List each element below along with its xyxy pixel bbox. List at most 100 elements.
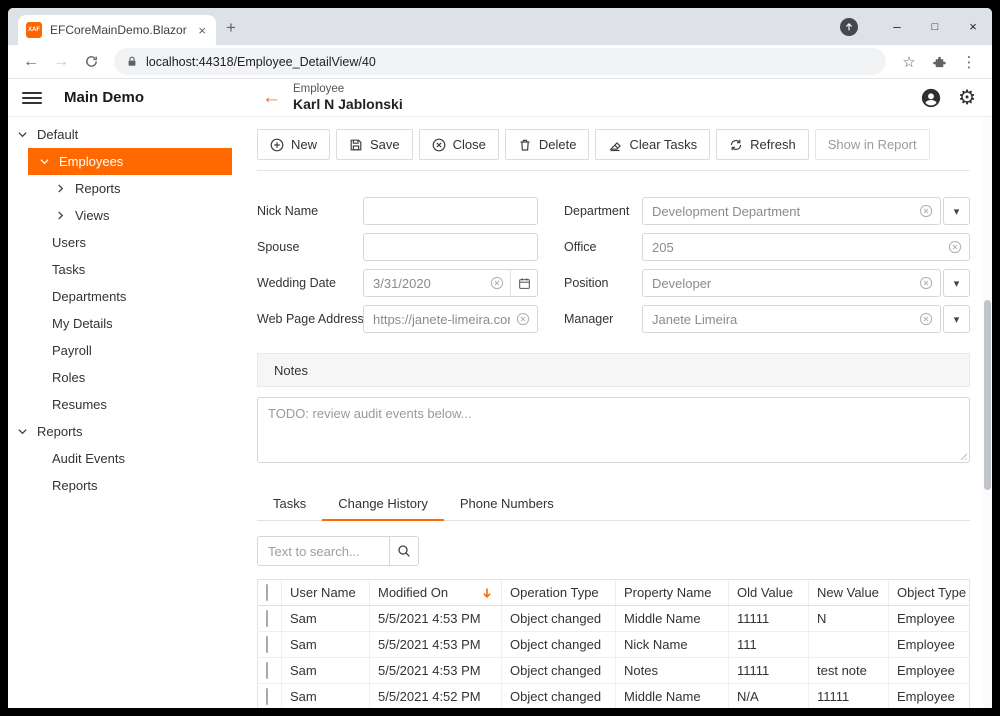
- tab-tasks[interactable]: Tasks: [257, 487, 322, 521]
- calendar-button[interactable]: [510, 270, 537, 296]
- nav-label: Departments: [52, 289, 126, 304]
- chevron-down-icon: [40, 157, 49, 166]
- settings-gear-icon[interactable]: ⚙: [958, 88, 976, 108]
- col-user-name[interactable]: User Name: [282, 580, 370, 606]
- browser-window: XAF EFCoreMainDemo.Blazor × + – □ × ← → …: [8, 8, 992, 708]
- xaf-favicon-icon: XAF: [26, 22, 42, 38]
- grid-header-row: User Name Modified On Operation Type Pro…: [258, 580, 970, 606]
- grid-row[interactable]: Sam 5/5/2021 4:53 PM Object changed Nick…: [258, 632, 970, 658]
- nav-item-payroll[interactable]: Payroll: [8, 337, 245, 364]
- tab-close-icon[interactable]: ×: [196, 23, 208, 38]
- nav-label: Reports: [37, 424, 83, 439]
- notes-textarea[interactable]: TODO: review audit events below...: [258, 398, 969, 462]
- close-button[interactable]: Close: [419, 129, 499, 160]
- nav-item-employees-views[interactable]: Views: [8, 202, 245, 229]
- col-operation-type[interactable]: Operation Type: [502, 580, 616, 606]
- detail-view: New Save Close Delete Clear Tasks: [245, 117, 992, 708]
- row-checkbox[interactable]: [266, 610, 268, 627]
- search-button[interactable]: [389, 536, 419, 566]
- save-button[interactable]: Save: [336, 129, 413, 160]
- select-all-header[interactable]: [258, 580, 282, 606]
- row-checkbox[interactable]: [266, 662, 268, 679]
- clear-icon[interactable]: [919, 276, 933, 290]
- bookmark-star-icon[interactable]: ☆: [896, 49, 922, 75]
- nav-group-default[interactable]: Default: [8, 121, 245, 148]
- select-all-checkbox[interactable]: [266, 584, 268, 601]
- position-input[interactable]: [652, 276, 913, 291]
- browser-forward-icon[interactable]: →: [48, 49, 74, 75]
- col-modified-on[interactable]: Modified On: [370, 580, 502, 606]
- nav-item-tasks[interactable]: Tasks: [8, 256, 245, 283]
- nav-item-resumes[interactable]: Resumes: [8, 391, 245, 418]
- clear-icon[interactable]: [948, 240, 962, 254]
- nav-item-audit-events[interactable]: Audit Events: [8, 445, 245, 472]
- show-in-report-button[interactable]: Show in Report: [815, 129, 930, 160]
- web-page-label: Web Page Address: [257, 305, 363, 333]
- browser-update-icon[interactable]: [840, 18, 858, 36]
- nav-item-reports[interactable]: Reports: [8, 472, 245, 499]
- department-input[interactable]: [652, 204, 913, 219]
- grid-row[interactable]: Sam 5/5/2021 4:53 PM Object changed Note…: [258, 658, 970, 684]
- clear-icon[interactable]: [490, 276, 504, 290]
- clear-tasks-button[interactable]: Clear Tasks: [595, 129, 710, 160]
- chevron-right-icon: [56, 184, 65, 193]
- record-type-caption: Employee: [293, 83, 403, 95]
- position-dropdown-button[interactable]: ▾: [943, 269, 970, 297]
- nav-label: My Details: [52, 316, 113, 331]
- nav-item-employees-reports[interactable]: Reports: [8, 175, 245, 202]
- tab-title: EFCoreMainDemo.Blazor: [50, 23, 188, 37]
- new-tab-button[interactable]: +: [226, 18, 236, 38]
- browser-menu-icon[interactable]: ⋮: [956, 49, 982, 75]
- department-dropdown-button[interactable]: ▾: [943, 197, 970, 225]
- window-minimize-button[interactable]: –: [878, 19, 916, 34]
- grid-row[interactable]: Sam 5/5/2021 4:53 PM Object changed Midd…: [258, 606, 970, 632]
- clear-icon[interactable]: [919, 204, 933, 218]
- col-old-value[interactable]: Old Value: [729, 580, 809, 606]
- save-icon: [349, 138, 363, 152]
- nav-item-employees[interactable]: Employees: [28, 148, 232, 175]
- account-icon[interactable]: [920, 87, 942, 109]
- office-input[interactable]: [652, 240, 942, 255]
- search-input[interactable]: [257, 536, 390, 566]
- url-bar[interactable]: localhost:44318/Employee_DetailView/40: [114, 48, 886, 75]
- col-property-name[interactable]: Property Name: [616, 580, 729, 606]
- window-maximize-button[interactable]: □: [916, 21, 954, 33]
- browser-refresh-icon[interactable]: [78, 49, 104, 75]
- scrollbar-thumb[interactable]: [984, 300, 991, 490]
- col-new-value[interactable]: New Value: [809, 580, 889, 606]
- nav-item-users[interactable]: Users: [8, 229, 245, 256]
- manager-dropdown-button[interactable]: ▾: [943, 305, 970, 333]
- col-object-type[interactable]: Object Type: [889, 580, 970, 606]
- nav-item-roles[interactable]: Roles: [8, 364, 245, 391]
- new-button[interactable]: New: [257, 129, 330, 160]
- notes-group-header: Notes: [257, 353, 970, 387]
- spouse-input[interactable]: [373, 240, 530, 255]
- tab-change-history[interactable]: Change History: [322, 487, 444, 521]
- nick-name-input[interactable]: [373, 204, 530, 219]
- web-page-input[interactable]: [373, 312, 510, 327]
- row-checkbox[interactable]: [266, 636, 268, 653]
- wedding-date-label: Wedding Date: [257, 269, 363, 297]
- grid-row[interactable]: Sam 5/5/2021 4:52 PM Object changed Midd…: [258, 684, 970, 709]
- delete-button[interactable]: Delete: [505, 129, 590, 160]
- browser-tab[interactable]: XAF EFCoreMainDemo.Blazor ×: [18, 15, 216, 45]
- nav-item-departments[interactable]: Departments: [8, 283, 245, 310]
- change-history-grid: User Name Modified On Operation Type Pro…: [257, 579, 970, 708]
- manager-input[interactable]: [652, 312, 913, 327]
- row-checkbox[interactable]: [266, 688, 268, 705]
- browser-back-icon[interactable]: ←: [18, 49, 44, 75]
- eraser-icon: [608, 138, 622, 152]
- nav-group-reports[interactable]: Reports: [8, 418, 245, 445]
- refresh-button[interactable]: Refresh: [716, 129, 809, 160]
- refresh-icon: [729, 138, 743, 152]
- nav-item-my-details[interactable]: My Details: [8, 310, 245, 337]
- page-scrollbar[interactable]: [983, 117, 992, 708]
- tab-phone-numbers[interactable]: Phone Numbers: [444, 487, 570, 521]
- window-close-button[interactable]: ×: [954, 19, 992, 34]
- hamburger-menu-icon[interactable]: [22, 92, 42, 104]
- wedding-date-input[interactable]: [373, 276, 484, 291]
- record-back-icon[interactable]: ←: [262, 88, 281, 107]
- clear-icon[interactable]: [516, 312, 530, 326]
- clear-icon[interactable]: [919, 312, 933, 326]
- extensions-puzzle-icon[interactable]: [926, 49, 952, 75]
